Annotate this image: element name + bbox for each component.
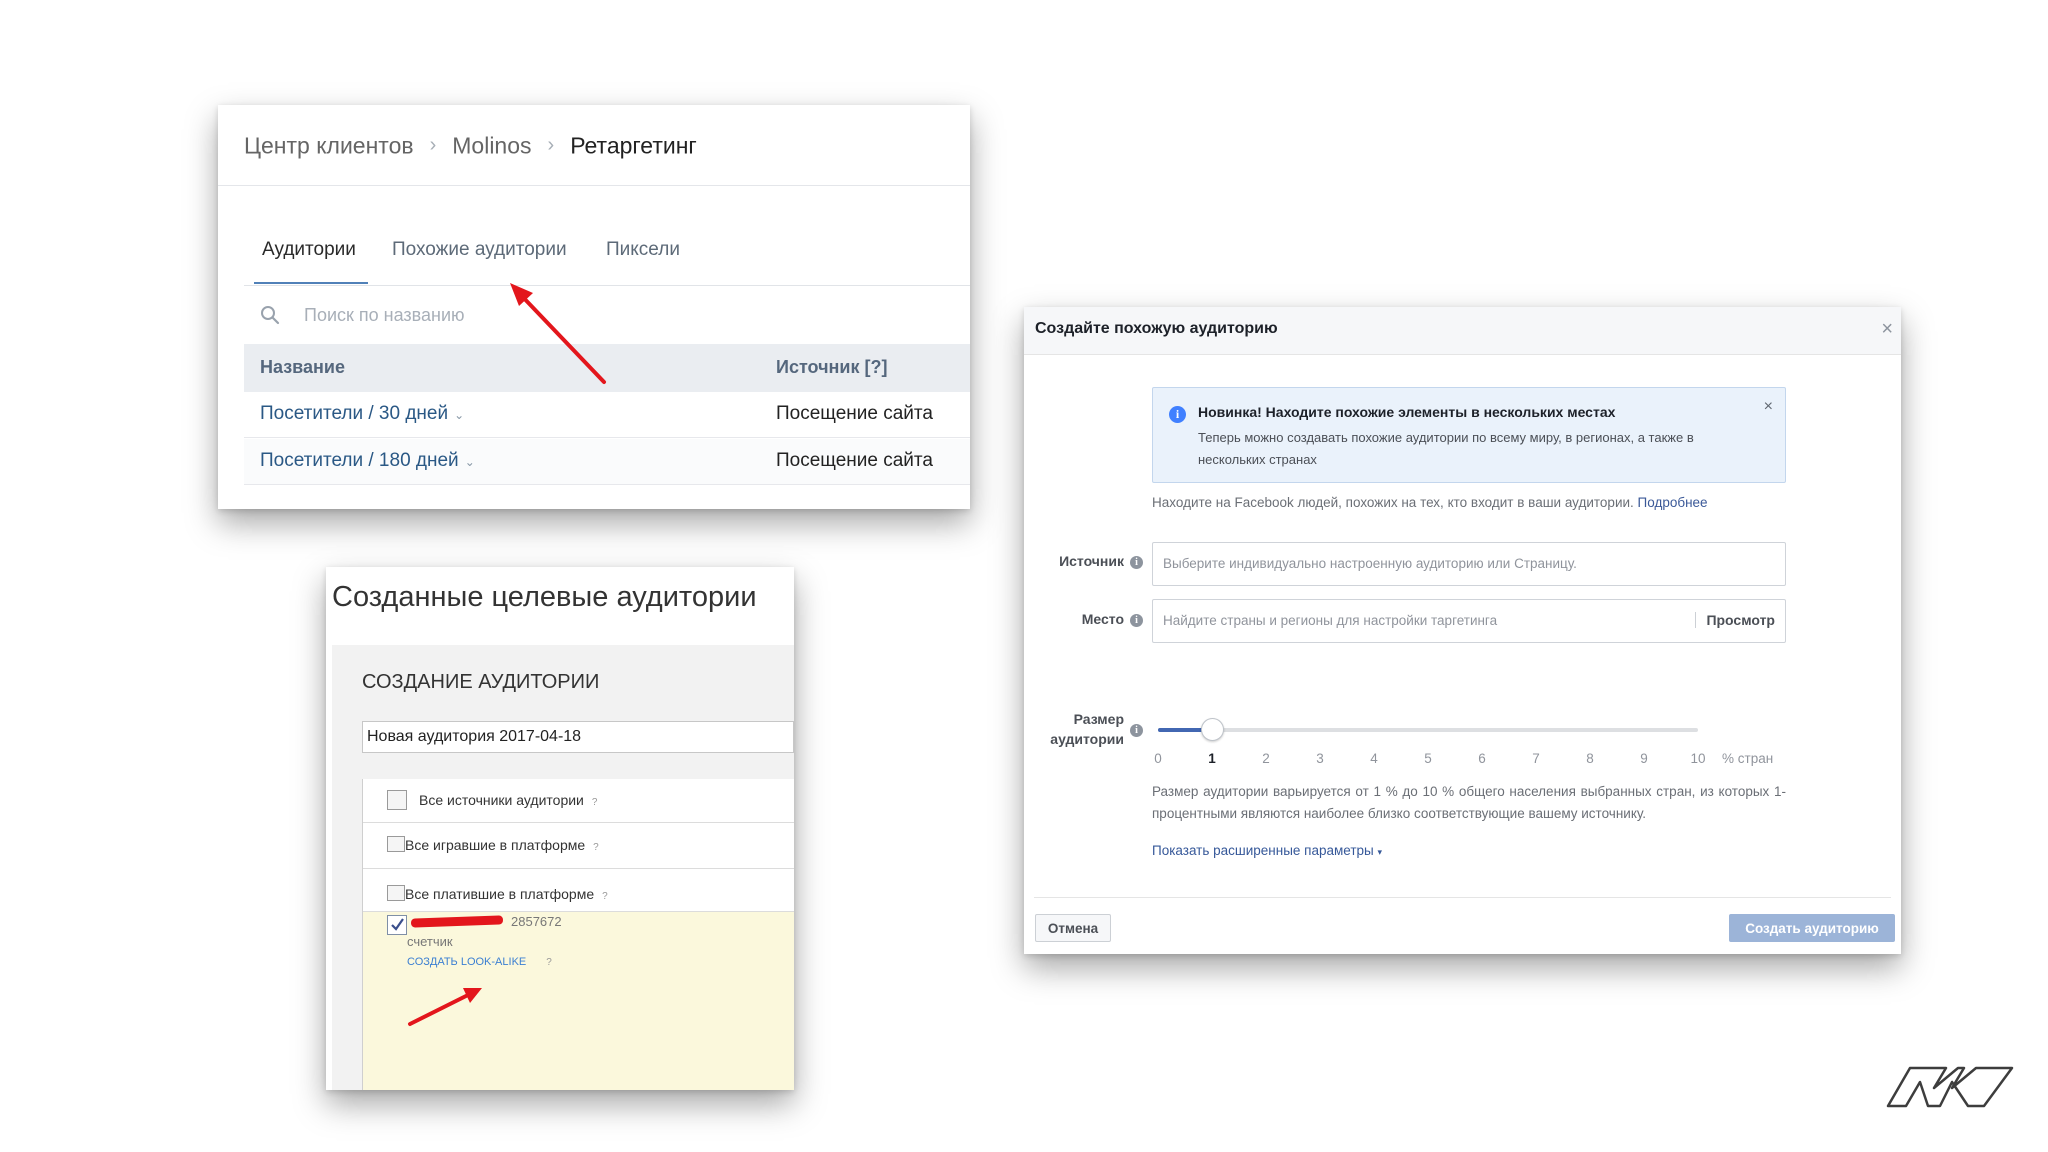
help-icon[interactable]: ? (546, 957, 552, 968)
breadcrumb-item-current: Ретаргетинг (570, 132, 697, 159)
slider-tick: 10 (1690, 751, 1706, 766)
search-input[interactable]: Поиск по названию (304, 305, 465, 326)
audience-source-list: Все источники аудитории? Все игравшие в … (362, 779, 794, 1090)
checkbox[interactable] (387, 885, 405, 901)
brand-logo-icon (1886, 1066, 2014, 1108)
audience-name-field[interactable] (362, 721, 794, 753)
notice-title: Новинка! Находите похожие элементы в нес… (1198, 404, 1616, 420)
info-icon[interactable]: i (1130, 614, 1143, 627)
notice-banner: i Новинка! Находите похожие элементы в н… (1152, 387, 1786, 483)
created-audiences-panel: Созданные целевые аудитории СОЗДАНИЕ АУД… (326, 567, 794, 1090)
audience-source: Посещение сайта (776, 403, 933, 424)
create-lookalike-link[interactable]: СОЗДАТЬ LOOK-ALIKE (407, 956, 526, 968)
browse-button[interactable]: Просмотр (1695, 612, 1775, 628)
help-icon[interactable]: ? (593, 842, 599, 853)
chevron-down-icon: ⌄ (454, 408, 465, 422)
divider (218, 185, 970, 186)
checkbox[interactable] (387, 836, 405, 852)
audience-size-label: Размер аудиторииi (1050, 709, 1143, 749)
slider-tick: 8 (1586, 751, 1594, 766)
slider-tick: 9 (1640, 751, 1648, 766)
list-item[interactable]: Все платившие в платформе? (363, 869, 794, 912)
audience-source: Посещение сайта (776, 450, 933, 471)
audience-size-slider[interactable] (1158, 728, 1698, 732)
chevron-down-icon: ⌄ (464, 455, 475, 469)
cancel-button[interactable]: Отмена (1035, 914, 1111, 942)
place-label: Место i (1082, 611, 1143, 627)
advanced-options-link[interactable]: Показать расширенные параметры ▾ (1152, 843, 1382, 858)
breadcrumb-item-clients[interactable]: Центр клиентов (244, 132, 414, 158)
search-icon (261, 306, 280, 325)
section-title: СОЗДАНИЕ АУДИТОРИИ (362, 671, 600, 693)
divider (1034, 897, 1891, 898)
option-label: Все платившие в платформе (405, 886, 595, 902)
close-icon[interactable]: × (1881, 318, 1893, 341)
caret-down-icon: ▾ (1377, 847, 1383, 857)
counter-id: 2857672 (511, 914, 562, 929)
create-audience-button[interactable]: Создать аудиторию (1729, 914, 1895, 942)
table-row[interactable]: Посетители / 180 дней ⌄ Посещение сайта (244, 439, 970, 485)
table-row[interactable]: Посетители / 30 дней ⌄ Посещение сайта (244, 392, 970, 438)
checkmark-icon (391, 918, 404, 931)
slider-tick: 5 (1424, 751, 1432, 766)
divider (244, 285, 970, 286)
dialog-description: Находите на Facebook людей, похожих на т… (1152, 495, 1708, 510)
tab-lookalike-audiences[interactable]: Похожие аудитории (392, 239, 567, 261)
audience-name[interactable]: Посетители / 180 дней (260, 450, 459, 471)
breadcrumb-item-molinos[interactable]: Molinos (452, 132, 531, 158)
checkbox[interactable] (387, 790, 407, 810)
checkbox-selected[interactable] (387, 915, 407, 935)
option-label: Все игравшие в платформе (405, 837, 586, 853)
create-lookalike-dialog: Создайте похожую аудиторию × i Новинка! … (1024, 307, 1901, 954)
column-header-name[interactable]: Название (260, 357, 345, 378)
notice-body: Теперь можно создавать похожие аудитории… (1198, 430, 1694, 467)
audience-size-help: Размер аудитории варьируется от 1 % до 1… (1152, 784, 1786, 821)
slider-unit: % стран (1722, 751, 1774, 766)
list-item[interactable]: Все игравшие в платформе? (363, 823, 794, 869)
info-icon: i (1169, 406, 1186, 423)
slider-handle[interactable] (1201, 718, 1224, 741)
vk-retargeting-panel: Центр клиентов › Molinos › Ретаргетинг Аудит… (218, 105, 970, 509)
list-item[interactable]: Все источники аудитории? (363, 779, 794, 823)
place-input[interactable]: Найдите страны и регионы для настройки т… (1152, 599, 1786, 643)
source-input[interactable]: Выберите индивидуально настроенную аудит… (1152, 542, 1786, 586)
chevron-right-icon: › (547, 134, 555, 157)
active-tab-indicator (254, 282, 368, 284)
slider-tick: 4 (1370, 751, 1378, 766)
tab-audiences[interactable]: Аудитории (262, 239, 356, 261)
dialog-title: Создайте похожую аудиторию (1035, 320, 1278, 337)
slider-tick: 3 (1316, 751, 1324, 766)
slider-tick: 1 (1208, 751, 1216, 766)
tab-pixels[interactable]: Пиксели (606, 239, 680, 261)
slider-tick: 7 (1532, 751, 1540, 766)
learn-more-link[interactable]: Подробнее (1638, 495, 1708, 510)
chevron-right-icon: › (429, 134, 437, 157)
help-icon[interactable]: ? (602, 891, 608, 902)
slider-tick: 6 (1478, 751, 1486, 766)
info-icon[interactable]: i (1130, 724, 1143, 737)
close-icon[interactable]: × (1764, 398, 1773, 416)
breadcrumb: Центр клиентов › Molinos › Ретаргетинг (244, 131, 697, 159)
audience-name[interactable]: Посетители / 30 дней (260, 403, 448, 424)
source-label: Источник i (1059, 553, 1143, 569)
counter-type: счетчик (407, 934, 453, 949)
slider-tick: 0 (1154, 751, 1162, 766)
panel-title: Созданные целевые аудитории (332, 581, 757, 613)
slider-tick: 2 (1262, 751, 1270, 766)
help-icon[interactable]: ? (592, 797, 598, 808)
option-label: Все источники аудитории (419, 792, 584, 808)
column-header-source[interactable]: Источник [?] (776, 357, 887, 378)
info-icon[interactable]: i (1130, 556, 1143, 569)
